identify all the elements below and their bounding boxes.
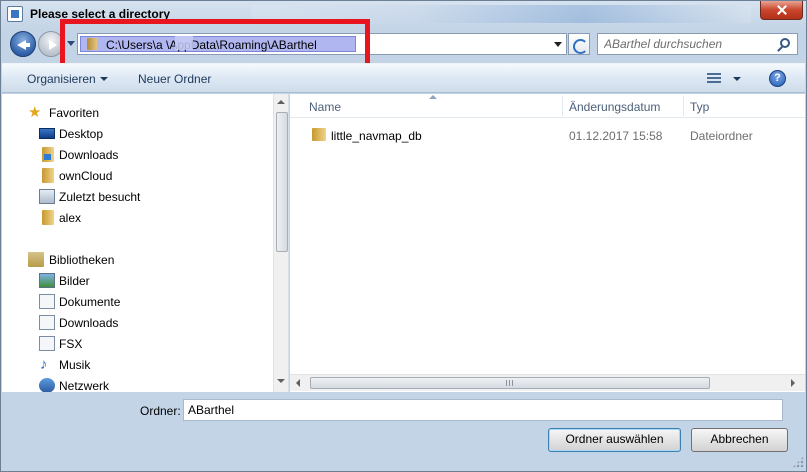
sidebar-item-label: FSX (59, 337, 83, 351)
folder-icon (42, 168, 54, 183)
help-icon[interactable]: ? (769, 70, 786, 87)
downloads-icon (39, 315, 55, 330)
sidebar-item-libraries[interactable]: Bibliotheken (2, 250, 272, 270)
desktop-icon (39, 128, 55, 139)
scrollbar-thumb[interactable] (276, 112, 288, 252)
sidebar-item-label: Downloads (59, 148, 119, 162)
sidebar-item-label: Bibliotheken (49, 253, 115, 267)
sidebar-item-downloads[interactable]: Downloads (2, 145, 272, 165)
dialog-window: Please select a directory C:\Users\a \Ap… (0, 0, 807, 472)
resize-grip-icon[interactable] (792, 456, 804, 468)
back-button[interactable] (10, 31, 36, 57)
sidebar-item-network[interactable]: Netzwerk (2, 376, 272, 392)
sidebar-item-music[interactable]: ♪ Musik (2, 355, 272, 375)
sidebar-item-documents[interactable]: Dokumente (2, 292, 272, 312)
search-icon[interactable] (780, 38, 790, 48)
command-toolbar: Organisieren Neuer Ordner ? (2, 63, 805, 93)
downloads-folder-icon (42, 147, 54, 162)
close-button[interactable] (760, 1, 803, 20)
view-options-icon[interactable] (707, 73, 721, 84)
sidebar-item-label: Netzwerk (59, 379, 110, 392)
column-header-type[interactable]: Typ (690, 100, 709, 114)
sidebar-item-library-downloads[interactable]: Downloads (2, 313, 272, 333)
file-list-pane: Name Änderungsdatum Typ little_navmap_db… (290, 94, 805, 392)
sort-ascending-icon (429, 95, 437, 99)
library-icon (39, 336, 55, 351)
folder-label: Ordner: (140, 404, 181, 418)
library-icon (28, 252, 44, 267)
chevron-down-icon[interactable] (733, 77, 741, 81)
sidebar-item-label: Downloads (59, 316, 119, 330)
scroll-left-icon[interactable] (296, 379, 300, 387)
network-icon (39, 378, 55, 392)
new-folder-button[interactable]: Neuer Ordner (138, 72, 211, 86)
column-divider[interactable] (683, 96, 684, 116)
app-icon (7, 6, 23, 22)
sidebar-item-label: ownCloud (59, 169, 113, 183)
scroll-up-icon[interactable] (277, 100, 285, 104)
search-input[interactable] (604, 37, 774, 51)
music-icon: ♪ (40, 356, 48, 373)
sidebar-item-recent[interactable]: Zuletzt besucht (2, 187, 272, 207)
column-header-row: Name Änderungsdatum Typ (290, 94, 805, 118)
sidebar-item-desktop[interactable]: Desktop (2, 124, 272, 144)
sidebar-item-label: Dokumente (59, 295, 121, 309)
refresh-button[interactable] (568, 33, 590, 55)
sidebar-item-label: Bilder (59, 274, 90, 288)
sidebar-item-label: Desktop (59, 127, 104, 141)
column-divider[interactable] (562, 96, 563, 116)
sidebar-item-label: Zuletzt besucht (59, 190, 141, 204)
navigation-pane: ★ Favoriten Desktop Downloads ownCloud Z… (2, 94, 289, 392)
folder-name-input[interactable] (183, 399, 783, 421)
file-type: Dateiordner (690, 129, 753, 143)
scrollbar-grip-icon (506, 380, 514, 386)
star-icon: ★ (28, 104, 42, 121)
navigation-pane-scrollbar[interactable] (273, 94, 288, 392)
scrollbar-thumb[interactable] (310, 377, 710, 389)
file-row[interactable]: little_navmap_db 01.12.2017 15:58 Dateio… (290, 124, 805, 146)
recent-places-icon (39, 189, 55, 204)
folder-icon (42, 210, 54, 225)
sidebar-item-label: Musik (59, 358, 91, 372)
column-header-date[interactable]: Änderungsdatum (569, 100, 660, 114)
address-dropdown-icon[interactable] (554, 42, 562, 47)
select-folder-button[interactable]: Ordner auswählen (548, 428, 681, 452)
chevron-down-icon[interactable] (100, 77, 108, 81)
sidebar-item-favorites[interactable]: ★ Favoriten (2, 103, 272, 123)
documents-icon (39, 294, 55, 309)
sidebar-item-label: Favoriten (49, 106, 100, 120)
file-date: 01.12.2017 15:58 (569, 129, 663, 143)
horizontal-scrollbar[interactable] (290, 374, 805, 391)
folder-icon (312, 128, 326, 141)
cancel-button[interactable]: Abbrechen (691, 428, 788, 452)
file-name: little_navmap_db (331, 129, 422, 143)
organize-button[interactable]: Organisieren (27, 72, 96, 86)
sidebar-item-alex[interactable]: alex (2, 208, 272, 228)
sidebar-item-owncloud[interactable]: ownCloud (2, 166, 272, 186)
column-header-name[interactable]: Name (309, 100, 341, 114)
search-box[interactable] (597, 33, 798, 55)
sidebar-item-fsx[interactable]: FSX (2, 334, 272, 354)
pictures-icon (39, 273, 55, 288)
scroll-right-icon[interactable] (791, 379, 795, 387)
scroll-down-icon[interactable] (277, 379, 285, 383)
sidebar-item-label: alex (59, 211, 82, 225)
sidebar-item-pictures[interactable]: Bilder (2, 271, 272, 291)
